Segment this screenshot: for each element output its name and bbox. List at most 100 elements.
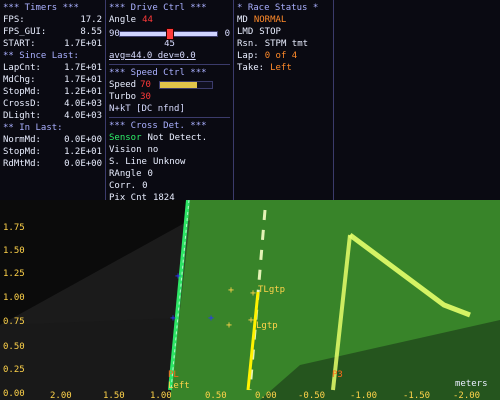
since-last-value: 1.7E+01 [64,63,102,73]
cross-det-row: RAngle 0 [109,168,230,180]
since-last-row: DLight: 4.0E+03 [3,110,102,122]
since-last-title: ** Since Last: [3,51,79,61]
marker-plus: + [175,271,181,282]
camera-view[interactable]: + + + + + + + 1.75 1.50 1.25 1.00 0.75 0… [0,200,500,400]
race-status-value: 0 of 4 [264,51,298,61]
slider-max-label: 0 [224,29,230,39]
app-root: *** Timers *** FPS: 17.2 FPS_GUI: 8.55 S… [0,0,500,400]
avg-dev: avg=44.0 dev=0.0 [109,51,196,61]
fps-label: FPS: [3,15,25,25]
race-status-row: MD NORMAL [237,14,330,26]
in-last-value: 0.0E+00 [64,159,102,169]
in-last-label: RdMtMd: [3,159,41,169]
since-last-label: CrossD: [3,99,41,109]
tlgtp-label: TLgtp [258,285,285,295]
cross-det-row: S. Line Unknow [109,156,230,168]
separator [109,117,230,118]
since-last-value: 4.0E+03 [64,111,102,121]
cross-det-row: Vision no [109,144,230,156]
cross-det-title: *** Cross Det. *** [109,121,207,131]
since-last-list: LapCnt: 1.7E+01 MdChg: 1.7E+01 StopMd: 1… [3,62,102,122]
angle-value: 44 [142,15,153,25]
race-status-row: Rsn. STPM tmt [237,38,330,50]
x-tick-label: 0.00 [255,391,277,400]
since-last-value: 1.2E+01 [64,87,102,97]
speed-value: 70 [140,80,151,90]
in-last-list: NormMd: 0.0E+00 StopMd: 1.2E+01 RdMtMd: … [3,134,102,170]
drive-panel: *** Drive Ctrl *** Angle 44 90 0 45 avg=… [106,0,234,203]
x-tick-label: 1.50 [103,391,125,400]
start-label: START: [3,39,36,49]
in-last-label: StopMd: [3,147,41,157]
lgtp-label: Lgtp [256,321,278,331]
race-status-row: LMD STOP [237,26,330,38]
turbo-row: Turbo 30 [109,91,230,103]
camera-overlay: + + + + + + + 1.75 1.50 1.25 1.00 0.75 0… [0,200,500,400]
marker-plus: + [228,285,234,296]
since-last-label: LapCnt: [3,63,41,73]
in-last-value: 1.2E+01 [64,147,102,157]
speed-ctrl-title: *** Speed Ctrl *** [109,68,207,78]
marker-plus: + [248,315,254,326]
fps-value: 17.2 [80,15,102,25]
cross-det-list: Sensor Not Detect. Vision no S. Line Unk… [109,132,230,204]
fps-gui-row: FPS_GUI: 8.55 [3,26,102,38]
fps-row: FPS: 17.2 [3,14,102,26]
since-last-row: MdChg: 1.7E+01 [3,74,102,86]
cross-det-value: Not Detect. [147,133,208,143]
pl-label: PL [168,370,179,380]
cross-det-label: S. Line [109,157,147,167]
race-status-title: * Race Status * [237,3,319,13]
since-last-label: MdChg: [3,75,36,85]
x-tick-label: -1.00 [350,391,377,400]
since-last-row: CrossD: 4.0E+03 [3,98,102,110]
race-status-label: Lap: [237,51,259,61]
speed-row: Speed 70 [109,79,230,91]
race-status-row: Take: Left [237,62,330,74]
cross-det-value: 0 [142,181,148,191]
race-status-row: Lap: 0 of 4 [237,50,330,62]
race-status-label: MD [237,15,248,25]
meters-label: meters [455,379,488,389]
cross-det-row: Sensor Not Detect. [109,132,230,144]
angle-row: Angle 44 [109,14,230,26]
race-status-value: STPM tmt [264,39,309,49]
cross-det-label: Sensor [109,133,142,143]
turbo-value: 30 [140,92,151,102]
since-last-label: StopMd: [3,87,41,97]
y-tick-label: 1.00 [3,293,25,303]
slider-knob[interactable] [166,28,175,40]
empty-panel [334,0,500,200]
speed-bar-fill [159,82,198,88]
y-tick-label: 0.75 [3,317,25,327]
y-tick-label: 1.50 [3,246,25,256]
angle-label: Angle [109,15,137,25]
race-status-label: LMD [237,27,254,37]
x-tick-label: 1.00 [150,391,172,400]
race-status-label: Take: [237,63,265,73]
cross-det-label: RAngle [109,169,142,179]
race-status-value: Left [270,63,292,73]
drive-ctrl-title: *** Drive Ctrl *** [109,3,207,13]
cross-det-label: Corr. [109,181,137,191]
since-last-label: DLight: [3,111,41,121]
marker-plus: + [226,320,232,331]
cross-det-value: no [147,145,159,155]
x-tick-label: -2.00 [453,391,480,400]
p3-label: P3 [332,370,343,380]
cross-det-value: Unknow [152,157,186,167]
cross-det-value: 0 [147,169,153,179]
cross-det-row: Corr. 0 [109,180,230,192]
x-tick-label: -0.50 [298,391,325,400]
since-last-row: LapCnt: 1.7E+01 [3,62,102,74]
x-axis-ticks: 2.00 1.50 1.00 0.50 0.00 -0.50 -1.00 -1.… [50,391,480,400]
cross-det-label: Vision [109,145,142,155]
steering-slider[interactable]: 90 0 [109,28,230,40]
status-panels: *** Timers *** FPS: 17.2 FPS_GUI: 8.55 S… [0,0,500,203]
speed-bar [158,81,213,89]
fps-gui-label: FPS_GUI: [3,27,47,37]
race-status-label: Rsn. [237,39,259,49]
in-last-row: NormMd: 0.0E+00 [3,134,102,146]
y-tick-label: 0.25 [3,365,25,375]
in-last-row: RdMtMd: 0.0E+00 [3,158,102,170]
